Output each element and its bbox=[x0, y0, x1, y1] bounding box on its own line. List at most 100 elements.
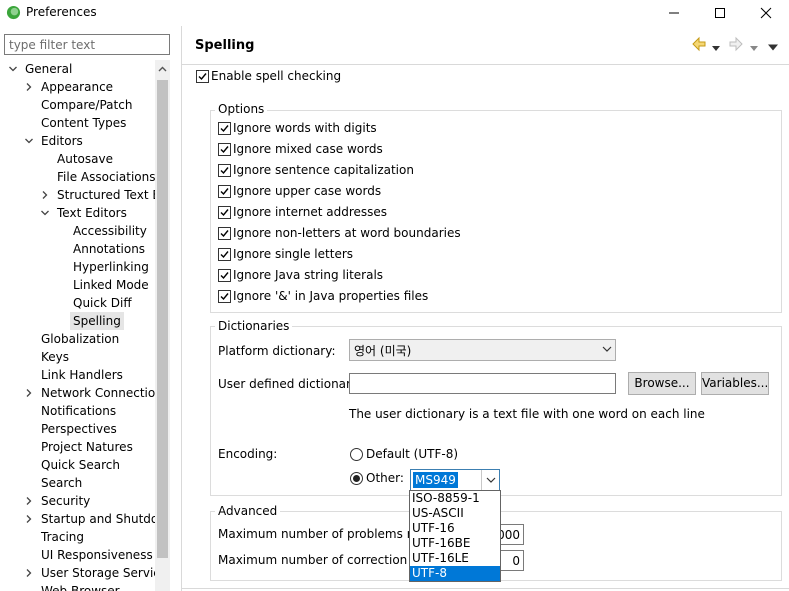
dictionaries-group-title: Dictionaries bbox=[215, 319, 293, 333]
default-encoding-radio[interactable] bbox=[350, 448, 363, 461]
maximize-button[interactable] bbox=[697, 0, 743, 26]
tree-item[interactable]: Quick Diff bbox=[0, 294, 155, 312]
encoding-dropdown-button[interactable] bbox=[481, 470, 499, 490]
header-separator bbox=[182, 64, 789, 65]
tree-item[interactable]: Spelling bbox=[0, 312, 155, 330]
checkmark-icon bbox=[220, 209, 229, 217]
tree-item[interactable]: Security bbox=[0, 492, 155, 510]
tree-item[interactable]: Annotations bbox=[0, 240, 155, 258]
checkmark-icon bbox=[198, 73, 207, 81]
option-checkbox[interactable] bbox=[218, 227, 231, 240]
checkmark-icon bbox=[220, 272, 229, 280]
option-checkbox[interactable] bbox=[218, 269, 231, 282]
option-checkbox[interactable] bbox=[218, 143, 231, 156]
encoding-option[interactable]: UTF-8 bbox=[410, 566, 500, 581]
tree-item[interactable]: General bbox=[0, 60, 155, 78]
checkmark-icon bbox=[220, 251, 229, 259]
tree-item[interactable]: Hyperlinking bbox=[0, 258, 155, 276]
option-label: Ignore single letters bbox=[233, 247, 354, 261]
encoding-option[interactable]: UTF-16LE bbox=[410, 551, 500, 566]
tree-item-label: Globalization bbox=[41, 332, 120, 346]
option-checkbox[interactable] bbox=[218, 206, 231, 219]
tree-item[interactable]: Appearance bbox=[0, 78, 155, 96]
tree-item[interactable]: Structured Text Ec bbox=[0, 186, 155, 204]
encoding-combo-value[interactable]: MS949 bbox=[413, 472, 458, 488]
tree-item-label: Quick Diff bbox=[73, 296, 132, 310]
chevron-right-icon[interactable] bbox=[24, 82, 34, 92]
tree-item-label: Content Types bbox=[41, 116, 127, 130]
tree-item[interactable]: Autosave bbox=[0, 150, 155, 168]
other-encoding-radio[interactable] bbox=[350, 472, 363, 485]
tree-item[interactable]: Project Natures bbox=[0, 438, 155, 456]
option-checkbox[interactable] bbox=[218, 122, 231, 135]
tree-item-label: Quick Search bbox=[41, 458, 120, 472]
encoding-option[interactable]: UTF-16 bbox=[410, 521, 500, 536]
chevron-right-icon[interactable] bbox=[24, 568, 34, 578]
tree-item-label: Compare/Patch bbox=[41, 98, 133, 112]
chevron-right-icon[interactable] bbox=[24, 496, 34, 506]
tree-item[interactable]: Perspectives bbox=[0, 420, 155, 438]
tree-item[interactable]: Search bbox=[0, 474, 155, 492]
advanced-group-title: Advanced bbox=[215, 504, 281, 518]
encoding-option[interactable]: US-ASCII bbox=[410, 506, 500, 521]
tree-item[interactable]: Content Types bbox=[0, 114, 155, 132]
tree-item[interactable]: Compare/Patch bbox=[0, 96, 155, 114]
variables-button[interactable]: Variables... bbox=[701, 372, 769, 395]
tree-item-label: Structured Text Ec bbox=[57, 188, 155, 202]
tree-item[interactable]: Web Browser bbox=[0, 582, 155, 591]
chevron-right-icon[interactable] bbox=[40, 190, 50, 200]
tree-item[interactable]: Network Connection bbox=[0, 384, 155, 402]
tree-item[interactable]: Text Editors bbox=[0, 204, 155, 222]
browse-button[interactable]: Browse... bbox=[628, 372, 696, 395]
encoding-option[interactable]: ISO-8859-1 bbox=[410, 491, 500, 506]
tree-item-label: Editors bbox=[41, 134, 83, 148]
tree-item-label: Keys bbox=[41, 350, 70, 364]
tree-item-label: Text Editors bbox=[57, 206, 127, 220]
tree-item-label: File Associations bbox=[57, 170, 155, 184]
tree-item[interactable]: Tracing bbox=[0, 528, 155, 546]
scroll-thumb[interactable] bbox=[157, 80, 168, 558]
chevron-right-icon[interactable] bbox=[24, 514, 34, 524]
tree-item[interactable]: Linked Mode bbox=[0, 276, 155, 294]
close-button[interactable] bbox=[743, 0, 789, 26]
encoding-label: Encoding: bbox=[218, 447, 278, 461]
enable-spell-checkbox[interactable] bbox=[196, 70, 209, 83]
tree-item[interactable]: UI Responsiveness M bbox=[0, 546, 155, 564]
tree-item[interactable]: User Storage Service bbox=[0, 564, 155, 582]
tree-item[interactable]: Keys bbox=[0, 348, 155, 366]
tree-item[interactable]: Link Handlers bbox=[0, 366, 155, 384]
option-checkbox[interactable] bbox=[218, 185, 231, 198]
encoding-option[interactable]: UTF-16BE bbox=[410, 536, 500, 551]
enable-spell-label: Enable spell checking bbox=[211, 69, 342, 83]
tree-item[interactable]: File Associations bbox=[0, 168, 155, 186]
tree-item-label: Spelling bbox=[70, 312, 124, 330]
minimize-button[interactable] bbox=[651, 0, 697, 26]
tree-item[interactable]: Startup and Shutdow bbox=[0, 510, 155, 528]
tree-item[interactable]: Notifications bbox=[0, 402, 155, 420]
tree-item[interactable]: Accessibility bbox=[0, 222, 155, 240]
view-menu-icon[interactable] bbox=[768, 40, 778, 56]
tree-item[interactable]: Editors bbox=[0, 132, 155, 150]
tree-item[interactable]: Globalization bbox=[0, 330, 155, 348]
option-checkbox[interactable] bbox=[218, 248, 231, 261]
forward-menu-chevron-icon[interactable] bbox=[750, 41, 758, 57]
tree-item-label: Project Natures bbox=[41, 440, 133, 454]
back-arrow-icon[interactable] bbox=[691, 36, 707, 52]
encoding-combo[interactable]: MS949 bbox=[410, 469, 500, 491]
chevron-right-icon[interactable] bbox=[24, 388, 34, 398]
checkmark-icon bbox=[220, 167, 229, 175]
platform-dictionary-combo[interactable]: 영어 (미국) bbox=[349, 339, 616, 361]
user-dictionary-input[interactable] bbox=[349, 373, 616, 394]
filter-input[interactable] bbox=[4, 34, 170, 55]
tree-scrollbar[interactable] bbox=[155, 60, 170, 591]
chevron-down-icon[interactable] bbox=[40, 208, 50, 218]
back-menu-chevron-icon[interactable] bbox=[712, 41, 720, 57]
scroll-up-button[interactable] bbox=[155, 60, 170, 77]
option-checkbox[interactable] bbox=[218, 164, 231, 177]
forward-arrow-icon[interactable] bbox=[728, 36, 744, 52]
option-checkbox[interactable] bbox=[218, 290, 231, 303]
chevron-down-icon[interactable] bbox=[8, 64, 18, 74]
chevron-down-icon[interactable] bbox=[24, 136, 34, 146]
checkmark-icon bbox=[220, 125, 229, 133]
tree-item[interactable]: Quick Search bbox=[0, 456, 155, 474]
